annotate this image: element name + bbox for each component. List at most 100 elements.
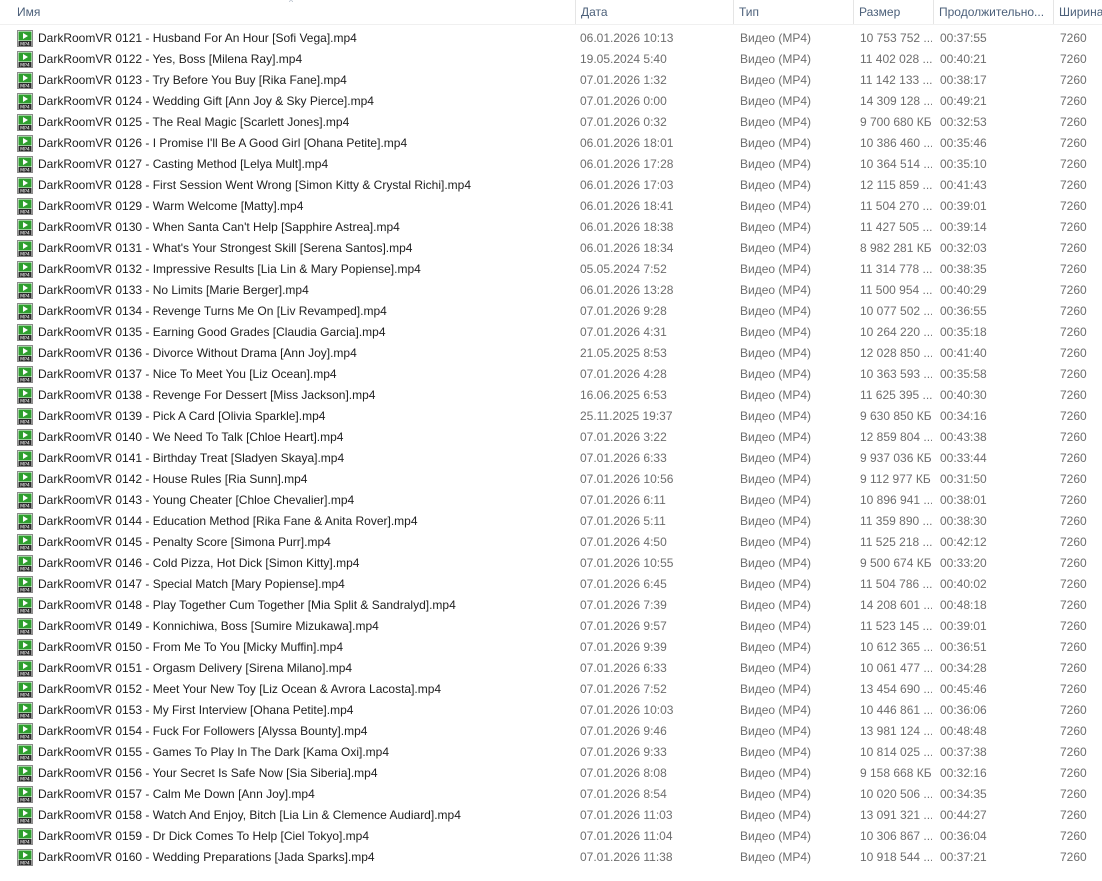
file-name-cell[interactable]: MP4 DarkRoomVR 0128 - First Session Went … [17,175,572,196]
file-row[interactable]: MP4 DarkRoomVR 0139 - Pick A Card [Olivia… [0,406,1102,427]
file-row[interactable]: MP4 DarkRoomVR 0141 - Birthday Treat [Sla… [0,448,1102,469]
column-header-date[interactable]: Дата [575,0,733,24]
file-name-cell[interactable]: MP4 DarkRoomVR 0144 - Education Method [R… [17,511,572,532]
file-name-cell[interactable]: MP4 DarkRoomVR 0139 - Pick A Card [Olivia… [17,406,572,427]
file-row[interactable]: MP4 DarkRoomVR 0140 - We Need To Talk [Ch… [0,427,1102,448]
file-row[interactable]: MP4 DarkRoomVR 0151 - Orgasm Delivery [Si… [0,658,1102,679]
file-name[interactable]: DarkRoomVR 0138 - Revenge For Dessert [M… [38,385,375,406]
file-name-cell[interactable]: MP4 DarkRoomVR 0157 - Calm Me Down [Ann J… [17,784,572,805]
file-name-cell[interactable]: MP4 DarkRoomVR 0127 - Casting Method [Lel… [17,154,572,175]
file-name[interactable]: DarkRoomVR 0130 - When Santa Can't Help … [38,217,400,238]
file-row[interactable]: MP4 DarkRoomVR 0122 - Yes, Boss [Milena R… [0,49,1102,70]
file-row[interactable]: MP4 DarkRoomVR 0159 - Dr Dick Comes To He… [0,826,1102,847]
file-name-cell[interactable]: MP4 DarkRoomVR 0124 - Wedding Gift [Ann J… [17,91,572,112]
file-name-cell[interactable]: MP4 DarkRoomVR 0150 - From Me To You [Mic… [17,637,572,658]
file-name-cell[interactable]: MP4 DarkRoomVR 0152 - Meet Your New Toy [… [17,679,572,700]
file-name-cell[interactable]: MP4 DarkRoomVR 0129 - Warm Welcome [Matty… [17,196,572,217]
file-name-cell[interactable]: MP4 DarkRoomVR 0136 - Divorce Without Dra… [17,343,572,364]
file-row[interactable]: MP4 DarkRoomVR 0129 - Warm Welcome [Matty… [0,196,1102,217]
file-name[interactable]: DarkRoomVR 0129 - Warm Welcome [Matty].m… [38,196,303,217]
file-name[interactable]: DarkRoomVR 0122 - Yes, Boss [Milena Ray]… [38,49,302,70]
file-row[interactable]: MP4 DarkRoomVR 0143 - Young Cheater [Chlo… [0,490,1102,511]
file-name-cell[interactable]: MP4 DarkRoomVR 0134 - Revenge Turns Me On… [17,301,572,322]
file-name[interactable]: DarkRoomVR 0146 - Cold Pizza, Hot Dick [… [38,553,359,574]
file-row[interactable]: MP4 DarkRoomVR 0136 - Divorce Without Dra… [0,343,1102,364]
file-name[interactable]: DarkRoomVR 0135 - Earning Good Grades [C… [38,322,386,343]
file-name-cell[interactable]: MP4 DarkRoomVR 0146 - Cold Pizza, Hot Dic… [17,553,572,574]
file-name-cell[interactable]: MP4 DarkRoomVR 0125 - The Real Magic [Sca… [17,112,572,133]
file-name-cell[interactable]: MP4 DarkRoomVR 0140 - We Need To Talk [Ch… [17,427,572,448]
file-name[interactable]: DarkRoomVR 0124 - Wedding Gift [Ann Joy … [38,91,374,112]
column-header-duration[interactable]: Продолжительно... [933,0,1053,24]
file-name-cell[interactable]: MP4 DarkRoomVR 0160 - Wedding Preparation… [17,847,572,868]
file-name-cell[interactable]: MP4 DarkRoomVR 0149 - Konnichiwa, Boss [S… [17,616,572,637]
file-name[interactable]: DarkRoomVR 0128 - First Session Went Wro… [38,175,471,196]
column-header-type[interactable]: Тип [733,0,853,24]
file-name[interactable]: DarkRoomVR 0127 - Casting Method [Lelya … [38,154,328,175]
file-row[interactable]: MP4 DarkRoomVR 0153 - My First Interview … [0,700,1102,721]
file-row[interactable]: MP4 DarkRoomVR 0148 - Play Together Cum T… [0,595,1102,616]
file-name[interactable]: DarkRoomVR 0150 - From Me To You [Micky … [38,637,343,658]
file-row[interactable]: MP4 DarkRoomVR 0160 - Wedding Preparation… [0,847,1102,868]
file-row[interactable]: MP4 DarkRoomVR 0150 - From Me To You [Mic… [0,637,1102,658]
file-name[interactable]: DarkRoomVR 0158 - Watch And Enjoy, Bitch… [38,805,461,826]
file-name-cell[interactable]: MP4 DarkRoomVR 0130 - When Santa Can't He… [17,217,572,238]
file-name-cell[interactable]: MP4 DarkRoomVR 0159 - Dr Dick Comes To He… [17,826,572,847]
file-row[interactable]: MP4 DarkRoomVR 0144 - Education Method [R… [0,511,1102,532]
file-name-cell[interactable]: MP4 DarkRoomVR 0137 - Nice To Meet You [L… [17,364,572,385]
file-name[interactable]: DarkRoomVR 0143 - Young Cheater [Chloe C… [38,490,354,511]
file-name[interactable]: DarkRoomVR 0155 - Games To Play In The D… [38,742,389,763]
file-name-cell[interactable]: MP4 DarkRoomVR 0123 - Try Before You Buy … [17,70,572,91]
file-row[interactable]: MP4 DarkRoomVR 0121 - Husband For An Hour… [0,28,1102,49]
file-name[interactable]: DarkRoomVR 0157 - Calm Me Down [Ann Joy]… [38,784,315,805]
file-name[interactable]: DarkRoomVR 0132 - Impressive Results [Li… [38,259,421,280]
file-name-cell[interactable]: MP4 DarkRoomVR 0158 - Watch And Enjoy, Bi… [17,805,572,826]
file-row[interactable]: MP4 DarkRoomVR 0128 - First Session Went … [0,175,1102,196]
file-row[interactable]: MP4 DarkRoomVR 0158 - Watch And Enjoy, Bi… [0,805,1102,826]
file-name[interactable]: DarkRoomVR 0149 - Konnichiwa, Boss [Sumi… [38,616,379,637]
file-name[interactable]: DarkRoomVR 0131 - What's Your Strongest … [38,238,412,259]
file-row[interactable]: MP4 DarkRoomVR 0152 - Meet Your New Toy [… [0,679,1102,700]
file-name[interactable]: DarkRoomVR 0139 - Pick A Card [Olivia Sp… [38,406,325,427]
file-row[interactable]: MP4 DarkRoomVR 0146 - Cold Pizza, Hot Dic… [0,553,1102,574]
file-row[interactable]: MP4 DarkRoomVR 0156 - Your Secret Is Safe… [0,763,1102,784]
file-name[interactable]: DarkRoomVR 0140 - We Need To Talk [Chloe… [38,427,343,448]
file-name[interactable]: DarkRoomVR 0134 - Revenge Turns Me On [L… [38,301,387,322]
file-row[interactable]: MP4 DarkRoomVR 0155 - Games To Play In Th… [0,742,1102,763]
file-name-cell[interactable]: MP4 DarkRoomVR 0154 - Fuck For Followers … [17,721,572,742]
file-name-cell[interactable]: MP4 DarkRoomVR 0145 - Penalty Score [Simo… [17,532,572,553]
file-name[interactable]: DarkRoomVR 0126 - I Promise I'll Be A Go… [38,133,407,154]
file-row[interactable]: MP4 DarkRoomVR 0132 - Impressive Results … [0,259,1102,280]
file-row[interactable]: MP4 DarkRoomVR 0154 - Fuck For Followers … [0,721,1102,742]
file-row[interactable]: MP4 DarkRoomVR 0135 - Earning Good Grades… [0,322,1102,343]
file-name[interactable]: DarkRoomVR 0142 - House Rules [Ria Sunn]… [38,469,307,490]
file-name[interactable]: DarkRoomVR 0125 - The Real Magic [Scarle… [38,112,349,133]
file-name[interactable]: DarkRoomVR 0151 - Orgasm Delivery [Siren… [38,658,352,679]
file-name[interactable]: DarkRoomVR 0148 - Play Together Cum Toge… [38,595,456,616]
file-row[interactable]: MP4 DarkRoomVR 0138 - Revenge For Dessert… [0,385,1102,406]
file-name[interactable]: DarkRoomVR 0153 - My First Interview [Oh… [38,700,353,721]
file-name[interactable]: DarkRoomVR 0123 - Try Before You Buy [Ri… [38,70,347,91]
column-header-width[interactable]: Ширина [1053,0,1102,24]
file-row[interactable]: MP4 DarkRoomVR 0123 - Try Before You Buy … [0,70,1102,91]
file-row[interactable]: MP4 DarkRoomVR 0130 - When Santa Can't He… [0,217,1102,238]
file-row[interactable]: MP4 DarkRoomVR 0142 - House Rules [Ria Su… [0,469,1102,490]
file-name[interactable]: DarkRoomVR 0133 - No Limits [Marie Berge… [38,280,309,301]
file-row[interactable]: MP4 DarkRoomVR 0124 - Wedding Gift [Ann J… [0,91,1102,112]
file-row[interactable]: MP4 DarkRoomVR 0145 - Penalty Score [Simo… [0,532,1102,553]
file-name-cell[interactable]: MP4 DarkRoomVR 0142 - House Rules [Ria Su… [17,469,572,490]
file-name-cell[interactable]: MP4 DarkRoomVR 0122 - Yes, Boss [Milena R… [17,49,572,70]
file-name-cell[interactable]: MP4 DarkRoomVR 0147 - Special Match [Mary… [17,574,572,595]
file-name[interactable]: DarkRoomVR 0156 - Your Secret Is Safe No… [38,763,378,784]
file-row[interactable]: MP4 DarkRoomVR 0131 - What's Your Stronge… [0,238,1102,259]
file-row[interactable]: MP4 DarkRoomVR 0125 - The Real Magic [Sca… [0,112,1102,133]
file-name-cell[interactable]: MP4 DarkRoomVR 0138 - Revenge For Dessert… [17,385,572,406]
file-name[interactable]: DarkRoomVR 0141 - Birthday Treat [Sladye… [38,448,344,469]
file-name[interactable]: DarkRoomVR 0136 - Divorce Without Drama … [38,343,357,364]
file-row[interactable]: MP4 DarkRoomVR 0147 - Special Match [Mary… [0,574,1102,595]
file-row[interactable]: MP4 DarkRoomVR 0133 - No Limits [Marie Be… [0,280,1102,301]
file-name-cell[interactable]: MP4 DarkRoomVR 0151 - Orgasm Delivery [Si… [17,658,572,679]
file-name-cell[interactable]: MP4 DarkRoomVR 0148 - Play Together Cum T… [17,595,572,616]
file-name[interactable]: DarkRoomVR 0137 - Nice To Meet You [Liz … [38,364,337,385]
file-name-cell[interactable]: MP4 DarkRoomVR 0132 - Impressive Results … [17,259,572,280]
